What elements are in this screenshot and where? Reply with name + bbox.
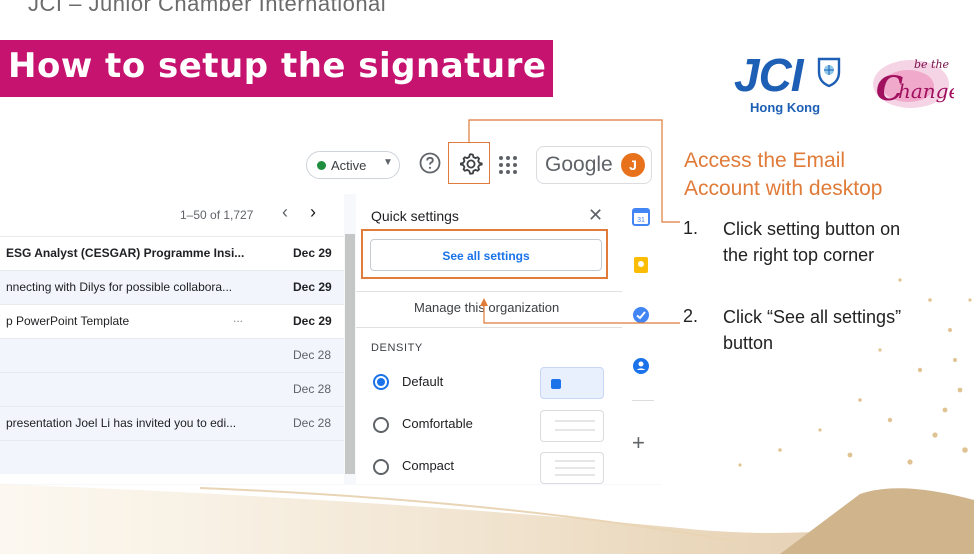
instruction-heading: Access the Email Account with desktop: [684, 147, 882, 203]
step-number: 1.: [683, 218, 699, 238]
instruction-heading-line1: Access the Email: [684, 149, 846, 172]
sparkle-dots: [738, 278, 972, 467]
decorative-swoosh: [0, 484, 974, 554]
instruction-heading-line2: Account with desktop: [684, 177, 883, 200]
step-1-line1: Click setting button on: [723, 219, 901, 239]
